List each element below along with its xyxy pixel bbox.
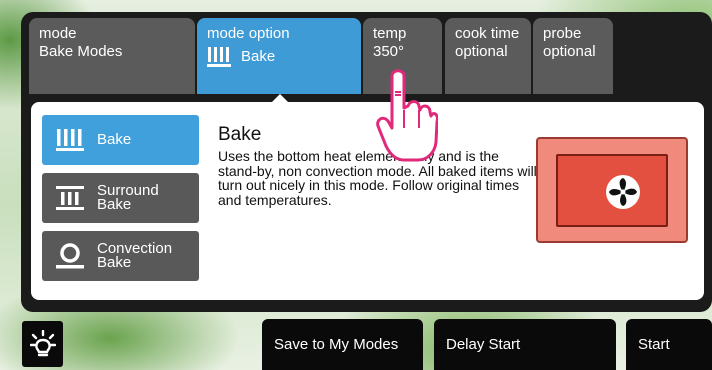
option-bake-label: Bake	[97, 131, 132, 148]
delay-start-button[interactable]: Delay Start	[434, 319, 616, 370]
fan-icon	[606, 175, 640, 209]
delay-start-label: Delay Start	[446, 336, 521, 353]
bake-icon	[56, 129, 84, 151]
start-label: Start	[638, 336, 670, 353]
bake-icon	[207, 47, 231, 67]
tab-mode-option-label: mode option	[207, 25, 290, 42]
tab-cook-time[interactable]: cook time optional	[445, 18, 531, 94]
tab-cook-time-label: cook time	[455, 25, 520, 42]
option-convection-bake-button[interactable]: Convection Bake	[42, 231, 199, 281]
light-button[interactable]	[22, 321, 63, 367]
tab-temp-value: 350°	[373, 43, 405, 60]
tab-mode-label: mode	[39, 25, 77, 42]
tab-mode[interactable]: mode Bake Modes	[29, 18, 195, 94]
tab-cook-time-value: optional	[455, 43, 508, 60]
convection-bake-icon	[56, 243, 84, 269]
save-to-my-modes-button[interactable]: Save to My Modes	[262, 319, 423, 370]
oven-door	[556, 154, 668, 227]
tab-temp-label: temp	[373, 25, 407, 42]
option-surround-label-2: Bake	[97, 196, 132, 213]
tab-mode-value: Bake Modes	[39, 43, 123, 60]
surround-bake-icon	[56, 186, 84, 210]
tab-pointer	[271, 94, 289, 103]
tab-probe-value: optional	[543, 43, 596, 60]
start-button[interactable]: Start	[626, 319, 712, 370]
tab-probe[interactable]: probe optional	[533, 18, 613, 94]
save-to-my-modes-label: Save to My Modes	[274, 336, 399, 353]
tab-mode-option[interactable]: mode option Bake	[197, 18, 361, 94]
oven-illustration	[536, 137, 688, 243]
option-bake-button[interactable]: Bake	[42, 115, 199, 165]
option-surround-bake-button[interactable]: Surround Bake	[42, 173, 199, 223]
option-convection-label-2: Bake	[97, 254, 132, 271]
tab-probe-label: probe	[543, 25, 582, 42]
light-bulb-icon	[29, 330, 56, 357]
tab-mode-option-value: Bake	[241, 47, 276, 65]
pointing-hand-icon	[376, 69, 438, 162]
mode-title: Bake	[218, 124, 262, 145]
